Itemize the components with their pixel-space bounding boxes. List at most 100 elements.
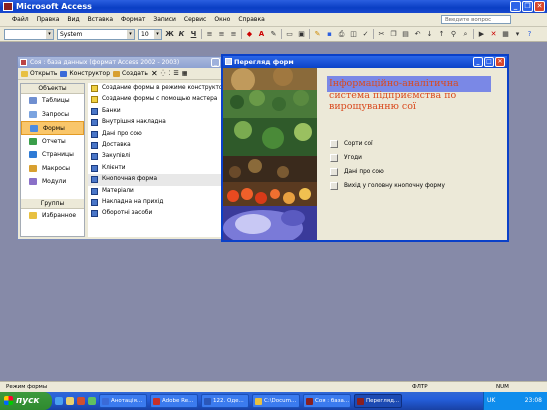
list-item[interactable]: Оборотні засоби: [88, 208, 240, 219]
exit-to-main-button[interactable]: [330, 182, 338, 190]
delete-icon[interactable]: ✕: [151, 69, 158, 78]
delete-record-icon[interactable]: ✕: [489, 30, 498, 39]
list-item[interactable]: Матеріали: [88, 186, 240, 197]
list-item[interactable]: Доставка: [88, 140, 240, 151]
object-tables[interactable]: Таблицы: [21, 94, 84, 108]
list-item[interactable]: Дані про сою: [88, 129, 240, 140]
small-icons-icon[interactable]: ⁚: [168, 70, 170, 77]
help-icon[interactable]: ?: [525, 30, 534, 39]
object-reports[interactable]: Отчеты: [21, 135, 84, 149]
form-maximize-button[interactable]: □: [484, 57, 494, 67]
list-item[interactable]: Внутрішня накладна: [88, 117, 240, 128]
align-left-icon[interactable]: ≡: [205, 30, 214, 39]
object-forms[interactable]: Формы: [21, 121, 84, 135]
design-view-icon[interactable]: ✎: [313, 30, 322, 39]
align-right-icon[interactable]: ≡: [229, 30, 238, 39]
underline-button[interactable]: Ч: [189, 30, 198, 39]
favorites-item[interactable]: Избранное: [21, 209, 84, 223]
new-record-icon[interactable]: ▶: [477, 30, 486, 39]
large-icons-icon[interactable]: ⁛: [161, 70, 166, 77]
list-item[interactable]: Накладна на прихід: [88, 197, 240, 208]
ask-question-box[interactable]: Введите вопрос: [441, 15, 511, 24]
object-queries[interactable]: Запросы: [21, 108, 84, 122]
copy-icon[interactable]: ❐: [389, 30, 398, 39]
groups-header[interactable]: Группы: [21, 198, 84, 209]
preview-icon[interactable]: ◫: [349, 30, 358, 39]
bold-button[interactable]: Ж: [165, 30, 174, 39]
menu-window[interactable]: Окно: [210, 16, 234, 23]
fill-color-icon[interactable]: ◆: [245, 30, 254, 39]
menu-file[interactable]: Файл: [8, 16, 33, 23]
quicklaunch-ie-icon[interactable]: [55, 397, 63, 405]
menu-tools[interactable]: Сервис: [180, 16, 210, 23]
task-button[interactable]: 122. Оде...: [201, 394, 249, 408]
objects-header[interactable]: Объекты: [21, 84, 84, 94]
paste-icon[interactable]: ▤: [401, 30, 410, 39]
start-button[interactable]: пуск: [0, 392, 52, 410]
quicklaunch-media-icon[interactable]: [77, 397, 85, 405]
soy-data-button[interactable]: [330, 168, 338, 176]
design-icon: [60, 71, 68, 77]
print-icon[interactable]: ⎙: [337, 30, 346, 39]
list-item-selected[interactable]: Кнопочная форма: [88, 174, 240, 186]
list-item[interactable]: Создание формы с помощью мастера: [88, 94, 240, 105]
list-view-icon[interactable]: ☰: [173, 70, 178, 77]
form-close-button[interactable]: ✕: [495, 57, 505, 67]
form-icon: [91, 130, 98, 138]
task-button[interactable]: Соя : база...: [303, 394, 351, 408]
menu-insert[interactable]: Вставка: [84, 16, 117, 23]
list-item[interactable]: Создание формы в режиме конструктора: [88, 83, 240, 94]
open-button[interactable]: Открыть: [21, 70, 57, 77]
task-button[interactable]: Анотація...: [99, 394, 147, 408]
quicklaunch-app-icon[interactable]: [88, 397, 96, 405]
sort-asc-icon[interactable]: ↓: [425, 30, 434, 39]
details-view-icon[interactable]: ▦: [182, 70, 188, 77]
db-minimize-button[interactable]: _: [211, 58, 220, 67]
task-button-active[interactable]: Перегляд...: [354, 394, 402, 408]
object-combo[interactable]: ▾: [4, 28, 54, 40]
new-object-icon[interactable]: ▾: [513, 30, 522, 39]
font-combo[interactable]: System ▾: [57, 28, 135, 40]
find-icon[interactable]: ⌕: [461, 30, 470, 39]
form-window-title-bar[interactable]: Перегляд форм _ □ ✕: [223, 56, 507, 68]
menu-records[interactable]: Записи: [149, 16, 180, 23]
task-label: Анотація...: [111, 398, 143, 404]
close-button[interactable]: ✕: [534, 1, 545, 12]
menu-view[interactable]: Вид: [63, 16, 83, 23]
font-color-icon[interactable]: A: [257, 30, 266, 39]
border-icon[interactable]: ▭: [285, 30, 294, 39]
create-button[interactable]: Создать: [113, 70, 148, 77]
menu-format[interactable]: Формат: [117, 16, 149, 23]
list-item[interactable]: Банки: [88, 106, 240, 117]
language-indicator[interactable]: UK: [487, 397, 495, 404]
form-minimize-button[interactable]: _: [473, 57, 483, 67]
save-icon[interactable]: ▪: [325, 30, 334, 39]
task-button[interactable]: Adobe Re...: [150, 394, 198, 408]
menu-help[interactable]: Справка: [234, 16, 268, 23]
menu-edit[interactable]: Правка: [33, 16, 64, 23]
design-button[interactable]: Конструктор: [60, 70, 110, 77]
agreements-button[interactable]: [330, 154, 338, 162]
object-modules[interactable]: Модули: [21, 175, 84, 189]
sort-desc-icon[interactable]: ↑: [437, 30, 446, 39]
quicklaunch-folder-icon[interactable]: [66, 397, 74, 405]
cut-icon[interactable]: ✂: [377, 30, 386, 39]
align-center-icon[interactable]: ≡: [217, 30, 226, 39]
line-color-icon[interactable]: ✎: [269, 30, 278, 39]
object-pages[interactable]: Страницы: [21, 148, 84, 162]
database-window-icon[interactable]: ▦: [501, 30, 510, 39]
task-button[interactable]: C:\Docum...: [252, 394, 300, 408]
soy-varieties-button[interactable]: [330, 140, 338, 148]
effect-icon[interactable]: ▣: [297, 30, 306, 39]
font-size-combo[interactable]: 10 ▾: [138, 28, 162, 40]
database-window-title-bar[interactable]: Соя : база данных (формат Access 2002 - …: [18, 57, 242, 68]
minimize-button[interactable]: _: [510, 1, 521, 12]
undo-icon[interactable]: ↶: [413, 30, 422, 39]
restore-button[interactable]: ❐: [522, 1, 533, 12]
spelling-icon[interactable]: ✓: [361, 30, 370, 39]
filter-icon[interactable]: ⚲: [449, 30, 458, 39]
object-macros[interactable]: Макросы: [21, 162, 84, 176]
list-item[interactable]: Клієнти: [88, 163, 240, 174]
list-item[interactable]: Закупівлі: [88, 151, 240, 162]
italic-button[interactable]: К: [177, 30, 186, 39]
